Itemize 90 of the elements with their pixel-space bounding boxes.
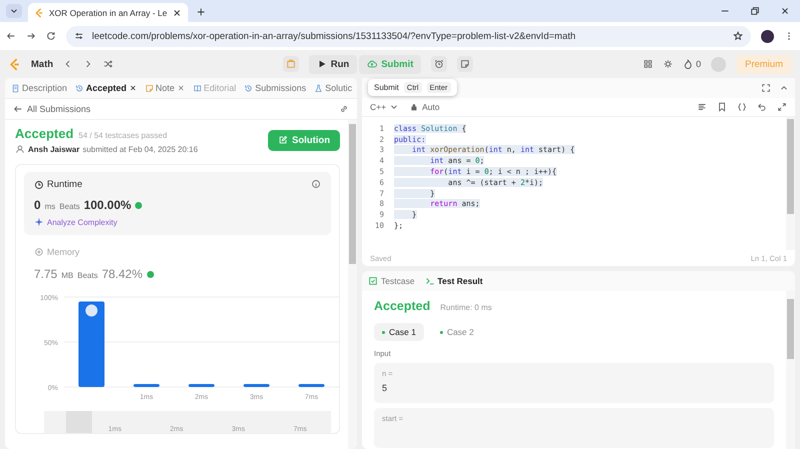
layout-grid-icon[interactable]	[642, 59, 653, 69]
memory-title: Memory	[34, 247, 80, 257]
terminal-icon	[424, 276, 435, 286]
restore-icon[interactable]	[750, 6, 760, 16]
fullscreen-icon[interactable]	[761, 83, 771, 93]
reset-icon[interactable]	[757, 102, 767, 112]
document-icon	[11, 84, 20, 92]
history-icon	[75, 84, 84, 92]
site-settings-icon[interactable]	[74, 31, 84, 41]
runtime-title: Runtime	[34, 179, 82, 190]
memory-unit: MB	[61, 271, 74, 280]
status-dot-icon	[382, 330, 385, 334]
status-dot-icon	[440, 330, 443, 334]
sparkle-icon	[34, 217, 44, 227]
tab-list-icon[interactable]	[6, 4, 22, 18]
close-icon[interactable]	[172, 8, 182, 18]
streak-counter[interactable]: 0	[682, 59, 701, 69]
language-select[interactable]: C++	[370, 102, 400, 112]
expand-icon[interactable]	[777, 102, 787, 112]
case-tab[interactable]: Case 1	[374, 323, 424, 341]
result-status: Accepted	[374, 299, 430, 313]
status-text: Accepted	[15, 126, 74, 141]
testcases-text: 54 / 54 testcases passed	[78, 131, 168, 140]
close-icon[interactable]	[780, 6, 790, 16]
runtime-card[interactable]: Runtime 0 ms Beats 100.00% Analyze Complexity	[24, 172, 331, 235]
note-icon	[144, 84, 154, 92]
alarm-clock-icon[interactable]	[431, 56, 448, 72]
history-icon	[244, 84, 254, 92]
beats-percent: 100.00%	[84, 198, 132, 212]
runtime-text: Runtime: 0 ms	[440, 303, 492, 312]
analyze-complexity-link[interactable]: Analyze Complexity	[34, 217, 118, 227]
cloud-upload-icon	[367, 59, 378, 69]
beats-label: Beats	[59, 202, 80, 211]
new-tab-icon[interactable]	[196, 7, 206, 17]
scrollbar[interactable]	[348, 120, 357, 449]
edit-icon	[278, 135, 288, 145]
user-name[interactable]: Ansh Jaiswar	[28, 144, 80, 154]
panel-tab[interactable]: Description	[11, 83, 68, 93]
beats-percent: 78.42%	[102, 267, 143, 281]
panel-tab[interactable]: Solutic	[314, 83, 352, 93]
flask-icon	[314, 84, 324, 92]
play-icon	[316, 59, 327, 69]
back-icon[interactable]	[6, 31, 16, 41]
panel-tab[interactable]: Accepted	[75, 83, 137, 93]
checkbox-icon	[368, 276, 378, 286]
all-submissions-link[interactable]: All Submissions	[13, 104, 91, 114]
book-icon	[192, 84, 202, 92]
run-button[interactable]: Run	[308, 54, 358, 74]
beats-label: Beats	[77, 271, 98, 280]
runtime-unit: ms	[44, 202, 56, 211]
close-icon[interactable]	[128, 84, 137, 92]
case-tab[interactable]: Case 2	[432, 323, 482, 341]
format-icon[interactable]	[697, 102, 707, 112]
user-icon	[15, 144, 25, 154]
scrollbar[interactable]	[786, 117, 795, 250]
panel-tab[interactable]: Testcase	[368, 276, 415, 286]
info-icon[interactable]	[311, 179, 321, 189]
address-bar[interactable]: leetcode.com/problems/xor-operation-in-an-array/submissions/1531133504/?envType=problem-list-v2&envId=math	[66, 26, 751, 46]
braces-icon[interactable]	[737, 102, 747, 112]
badge-icon	[146, 271, 154, 278]
note-icon[interactable]	[457, 56, 474, 72]
reload-icon[interactable]	[46, 31, 56, 41]
topic-link[interactable]: Math	[31, 58, 54, 70]
param-value: 5	[382, 383, 388, 393]
flame-icon	[682, 59, 693, 69]
bookmark-icon[interactable]	[717, 102, 727, 112]
bookmark-star-icon[interactable]	[733, 31, 743, 41]
link-icon[interactable]	[339, 104, 349, 114]
panel-tab[interactable]: Submissions	[244, 83, 306, 93]
tab-title: XOR Operation in an Array - Le	[49, 8, 168, 18]
leetcode-logo-icon	[34, 8, 44, 18]
badge-icon	[135, 202, 142, 209]
runtime-value: 0	[34, 198, 41, 212]
navigator-handle[interactable]	[66, 411, 92, 433]
user-marker-icon	[86, 304, 98, 316]
panel-tab[interactable]: Test Result	[424, 276, 483, 286]
tooltip-label: Submit	[374, 83, 399, 92]
lock-icon	[409, 102, 420, 112]
panel-tab[interactable]: Note	[144, 83, 185, 93]
back-arrow-icon	[13, 104, 23, 114]
forward-icon[interactable]	[26, 31, 36, 41]
mode-label[interactable]: Auto	[409, 102, 440, 112]
submitted-text: submitted at Feb 04, 2025 20:16	[82, 144, 198, 154]
shuffle-icon[interactable]	[103, 59, 114, 69]
chart-bar[interactable]	[78, 302, 104, 387]
browser-tab[interactable]: XOR Operation in an Array - Le	[28, 3, 188, 22]
memory-value: 7.75	[34, 267, 58, 281]
scrollbar[interactable]	[786, 291, 795, 449]
clock-icon	[34, 180, 44, 190]
profile-avatar-icon[interactable]	[761, 30, 774, 42]
